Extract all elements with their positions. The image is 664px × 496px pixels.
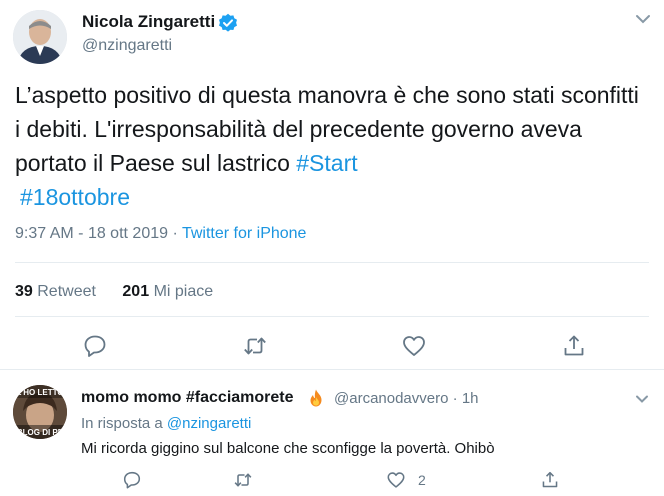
tweet-date[interactable]: 18 ott 2019 <box>88 225 168 242</box>
retweets-stat[interactable]: 39 Retweet <box>15 283 96 300</box>
divider <box>15 262 649 263</box>
tweet-text: L’aspetto positivo di questa manovra è c… <box>15 78 645 214</box>
tweet-time[interactable]: 9:37 AM <box>15 225 74 242</box>
divider <box>15 316 649 317</box>
likes-stat[interactable]: 201 Mi piace <box>122 283 213 300</box>
reply-author-handle: @arcanodavvero · 1h <box>334 390 479 407</box>
author-name[interactable]: Nicola Zingaretti <box>82 12 215 32</box>
tweet-meta: 9:37 AM - 18 ott 2019 · Twitter for iPho… <box>15 225 306 243</box>
tweet-stats: 39 Retweet 201 Mi piace <box>15 283 213 301</box>
hashtag-18ottobre[interactable]: #18ottobre <box>20 184 130 210</box>
in-reply-prefix: In risposta a <box>81 415 163 432</box>
divider <box>0 369 664 370</box>
in-reply-mention[interactable]: @nzingaretti <box>167 415 251 432</box>
retweet-icon[interactable] <box>242 333 268 359</box>
verified-badge-icon <box>218 13 238 33</box>
in-reply-to: In risposta a @nzingaretti <box>81 415 251 432</box>
reply-author-avatar[interactable]: L'HO LETTO BLOG DI PE <box>13 385 67 439</box>
chevron-down-icon[interactable] <box>634 392 650 404</box>
reply-reply-icon[interactable] <box>122 470 142 490</box>
likes-count: 201 <box>122 283 150 300</box>
chevron-down-icon[interactable] <box>634 12 652 26</box>
avatar-caption-top: L'HO LETTO <box>16 388 63 397</box>
reply-share-icon[interactable] <box>540 470 560 490</box>
reply-handle[interactable]: @arcanodavvero <box>334 390 448 407</box>
share-icon[interactable] <box>561 333 587 359</box>
author-handle[interactable]: @nzingaretti <box>82 37 172 55</box>
heart-icon[interactable] <box>401 333 427 359</box>
retweets-label: Retweet <box>37 283 96 300</box>
reply-retweet-icon[interactable] <box>233 470 253 490</box>
reply-text: Mi ricorda giggino sul balcone che sconf… <box>81 440 495 457</box>
reply-icon[interactable] <box>82 333 108 359</box>
likes-label: Mi piace <box>153 283 214 300</box>
reply-age[interactable]: 1h <box>462 390 479 407</box>
reply-heart-icon[interactable] <box>386 470 406 490</box>
reply-likes-count: 2 <box>418 472 426 488</box>
reply-author-name[interactable]: momo momo #facciamorete <box>81 389 294 407</box>
avatar-caption-bottom: BLOG DI PE <box>17 428 64 437</box>
hashtag-start[interactable]: #Start <box>296 150 357 176</box>
retweets-count: 39 <box>15 283 33 300</box>
meta-separator: - <box>78 225 88 242</box>
reply-separator: · <box>452 390 458 407</box>
fire-emoji-icon <box>306 388 326 408</box>
tweet-source[interactable]: Twitter for iPhone <box>182 225 307 242</box>
author-avatar[interactable] <box>13 10 67 64</box>
meta-dot: · <box>172 225 178 242</box>
